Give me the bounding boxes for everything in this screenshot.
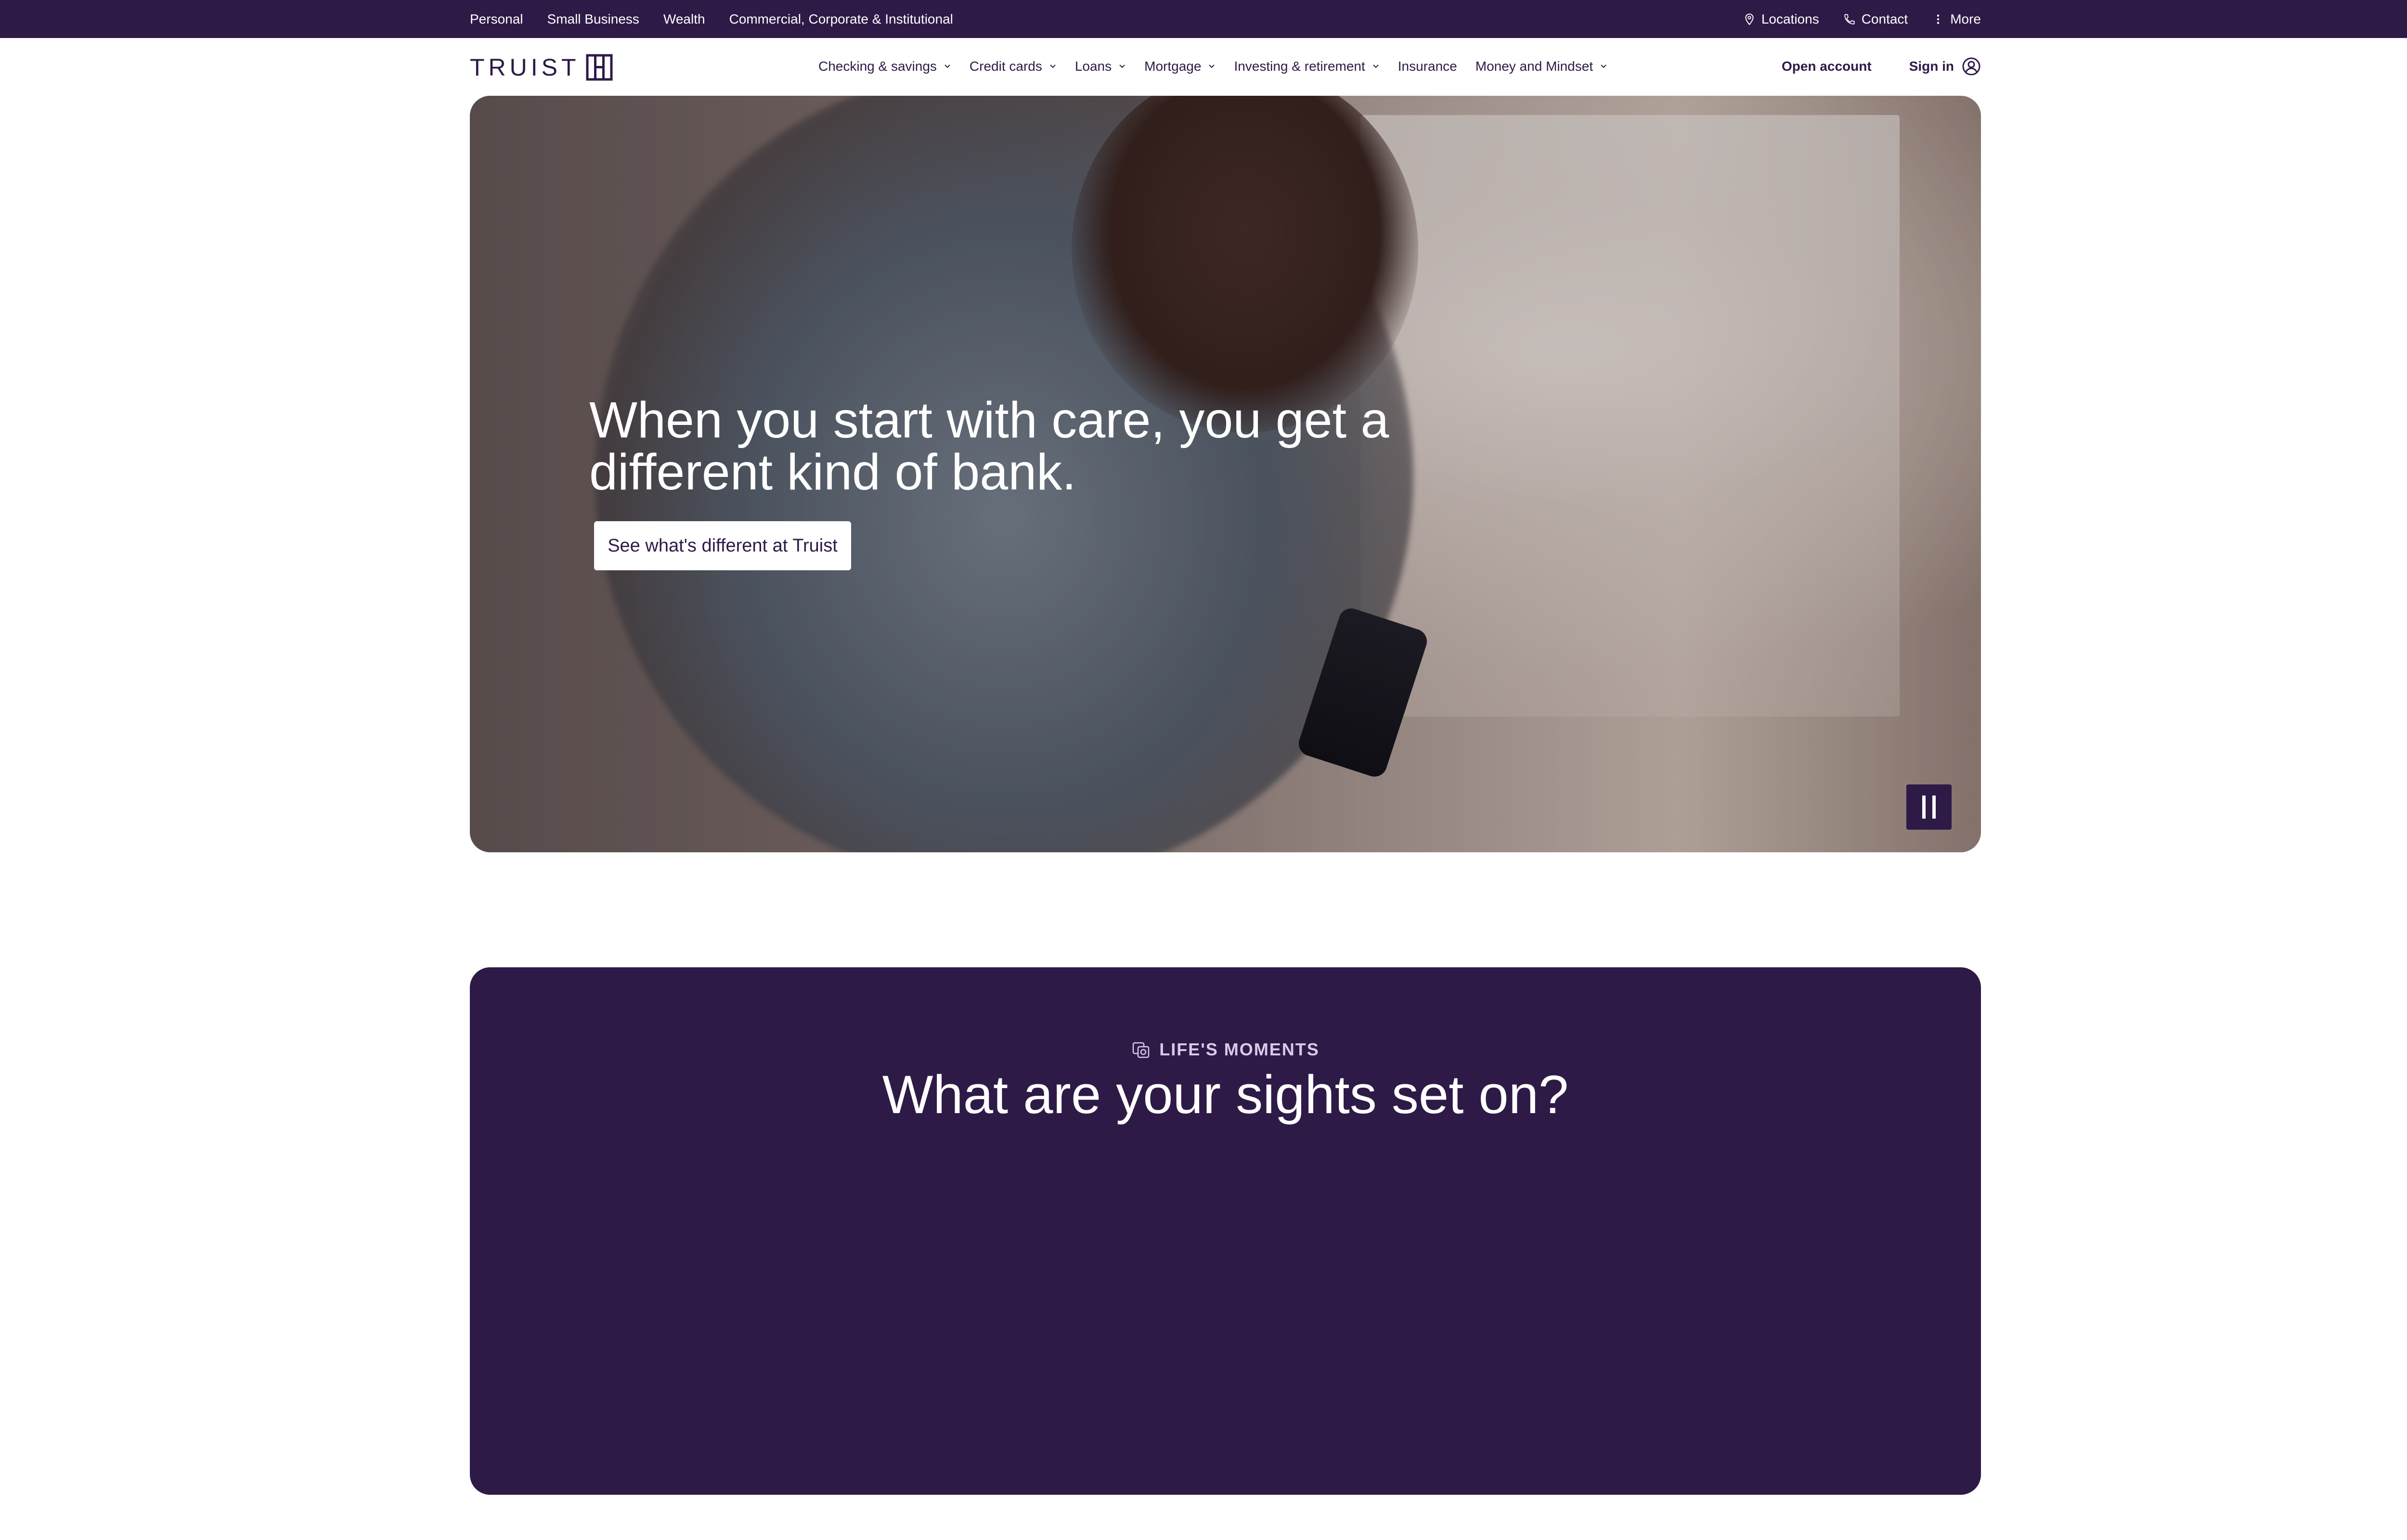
phone-icon: [1844, 13, 1855, 25]
locations-link[interactable]: Locations: [1743, 12, 1819, 27]
chevron-down-icon: [1050, 64, 1056, 68]
moments-title: What are your sights set on?: [882, 1065, 1569, 1125]
nav-label: Money and Mindset: [1475, 59, 1593, 74]
nav-credit-cards[interactable]: Credit cards: [970, 59, 1057, 74]
nav-label: Loans: [1074, 59, 1112, 74]
chevron-down-icon: [1373, 64, 1379, 68]
nav-label: Investing & retirement: [1234, 59, 1365, 74]
nav-checking-savings[interactable]: Checking & savings: [818, 59, 951, 74]
more-label: More: [1950, 11, 1981, 26]
lifes-moments-section: LIFE'S MOMENTS What are your sights set …: [470, 967, 1981, 1495]
hero-banner: When you start with care, you get a diff…: [470, 96, 1981, 852]
nav-actions: Open account Sign in: [1781, 53, 1981, 80]
hero-title: When you start with care, you get a diff…: [589, 392, 1389, 500]
user-account-icon: [1962, 57, 1980, 76]
segment-nav: Personal Small Business Wealth Commercia…: [470, 0, 953, 38]
nav-label: Insurance: [1398, 59, 1457, 74]
locations-label: Locations: [1761, 11, 1819, 26]
moments-icon: [1132, 1042, 1150, 1058]
nav-investing-retirement[interactable]: Investing & retirement: [1234, 59, 1379, 74]
nav-mortgage[interactable]: Mortgage: [1144, 59, 1216, 74]
more-menu[interactable]: More: [1932, 12, 1981, 27]
primary-menu: Checking & savings Credit cards Loans Mo…: [818, 53, 1607, 80]
kebab-menu-icon: [1937, 14, 1940, 24]
moments-eyebrow: LIFE'S MOMENTS: [470, 1040, 1981, 1060]
utility-links: Locations Contact More: [1733, 0, 1981, 38]
nav-insurance[interactable]: Insurance: [1398, 59, 1457, 74]
segment-personal[interactable]: Personal: [470, 12, 523, 27]
sign-in-button[interactable]: Sign in: [1909, 57, 1981, 76]
truist-logo-mark-icon: [586, 54, 613, 81]
utility-bar: Personal Small Business Wealth Commercia…: [0, 0, 2407, 38]
pause-video-button[interactable]: [1906, 784, 1952, 830]
sign-in-label: Sign in: [1909, 59, 1954, 74]
nav-label: Mortgage: [1144, 59, 1202, 74]
contact-label: Contact: [1861, 11, 1908, 26]
moments-eyebrow-label: LIFE'S MOMENTS: [1159, 1040, 1320, 1059]
chevron-down-icon: [1209, 64, 1215, 68]
nav-label: Credit cards: [969, 59, 1042, 74]
chevron-down-icon: [945, 64, 950, 68]
chevron-down-icon: [1601, 64, 1606, 68]
location-pin-icon: [1745, 13, 1754, 25]
hero-cta-button[interactable]: See what's different at Truist: [594, 521, 851, 570]
chevron-down-icon: [1119, 64, 1125, 68]
pause-icon: [1922, 796, 1936, 819]
segment-commercial[interactable]: Commercial, Corporate & Institutional: [729, 12, 953, 27]
nav-loans[interactable]: Loans: [1075, 59, 1126, 74]
segment-small-business[interactable]: Small Business: [547, 12, 639, 27]
contact-link[interactable]: Contact: [1843, 12, 1908, 27]
nav-money-mindset[interactable]: Money and Mindset: [1475, 59, 1607, 74]
truist-logo[interactable]: TRUIST: [470, 53, 613, 82]
logo-wordmark: TRUIST: [470, 54, 580, 81]
segment-wealth[interactable]: Wealth: [663, 12, 705, 27]
nav-label: Checking & savings: [818, 59, 937, 74]
open-account-link[interactable]: Open account: [1782, 59, 1872, 74]
